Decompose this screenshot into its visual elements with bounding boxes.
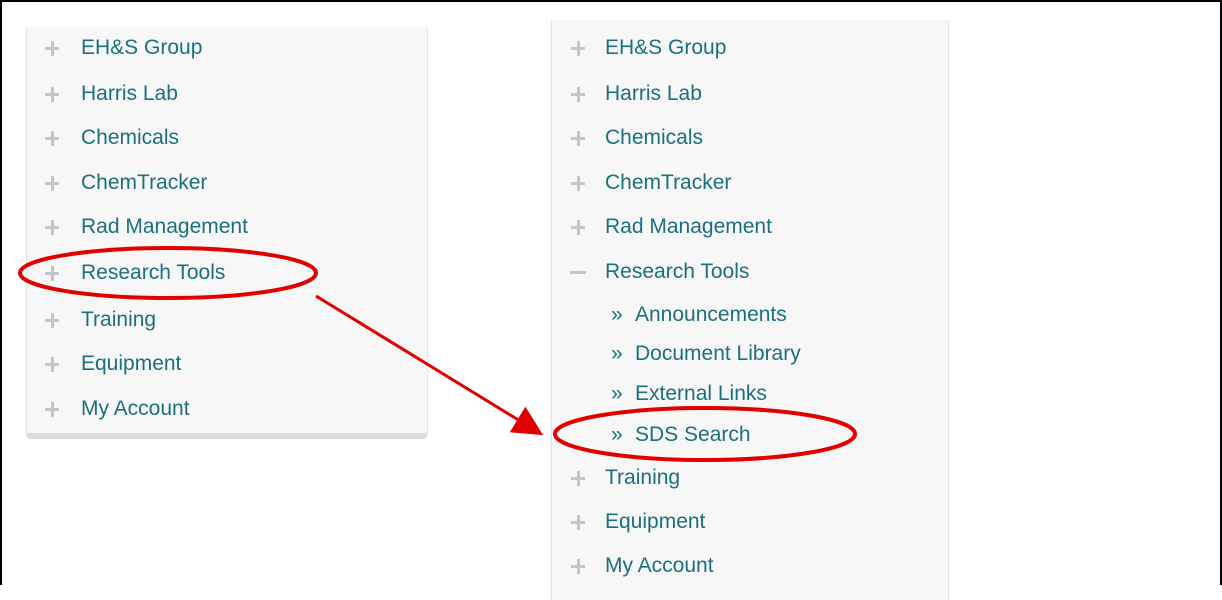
menu-item-label: Harris Lab	[605, 82, 702, 105]
plus-icon[interactable]	[567, 31, 589, 65]
menu-item-label: Rad Management	[605, 215, 772, 238]
plus-icon[interactable]	[41, 166, 63, 200]
plus-icon[interactable]	[567, 77, 589, 111]
plus-icon[interactable]	[41, 77, 63, 111]
plus-icon[interactable]	[41, 121, 63, 155]
submenu-item-label: Announcements	[635, 303, 787, 326]
plus-icon[interactable]	[567, 121, 589, 155]
plus-icon[interactable]	[567, 166, 589, 200]
menu-item-label: Research Tools	[605, 260, 750, 283]
plus-icon[interactable]	[41, 392, 63, 426]
nav-menu-expanded: EH&S Group Harris Lab Chemicals ChemTrac…	[551, 20, 949, 600]
plus-icon[interactable]	[41, 31, 63, 65]
submenu-item-document-library[interactable]: » Document Library	[611, 337, 801, 371]
submenu-item-label: Document Library	[635, 342, 801, 365]
plus-icon[interactable]	[41, 256, 63, 290]
menu-item-label: Chemicals	[81, 126, 180, 149]
minus-icon[interactable]	[567, 255, 589, 289]
menu-item-label: Equipment	[81, 352, 182, 375]
menu-item-label: Equipment	[605, 510, 706, 533]
menu-item-label: Harris Lab	[81, 82, 178, 105]
submenu-item-label: SDS Search	[635, 423, 751, 446]
menu-item-label: ChemTracker	[81, 171, 208, 194]
menu-item-label: EH&S Group	[605, 36, 727, 59]
menu-item-label: ChemTracker	[605, 171, 732, 194]
plus-icon[interactable]	[41, 347, 63, 381]
submenu-bullet: »	[611, 342, 623, 365]
submenu-item-external-links[interactable]: » External Links	[611, 377, 767, 411]
nav-menu-collapsed: EH&S Group Harris Lab Chemicals ChemTrac…	[26, 27, 428, 439]
menu-item-label: My Account	[605, 554, 714, 577]
submenu-bullet: »	[611, 382, 623, 405]
plus-icon[interactable]	[567, 505, 589, 539]
plus-icon[interactable]	[41, 210, 63, 244]
submenu-item-label: External Links	[635, 382, 767, 405]
menu-item-label: Training	[81, 308, 157, 331]
plus-icon[interactable]	[567, 549, 589, 583]
menu-item-label: EH&S Group	[81, 36, 203, 59]
menu-item-label: Research Tools	[81, 261, 226, 284]
menu-item-label: My Account	[81, 397, 190, 420]
menu-item-label: Training	[605, 466, 681, 489]
menu-item-label: Rad Management	[81, 215, 248, 238]
plus-icon[interactable]	[567, 210, 589, 244]
submenu-item-announcements[interactable]: » Announcements	[611, 298, 787, 332]
plus-icon[interactable]	[567, 461, 589, 495]
submenu-item-sds-search[interactable]: » SDS Search	[611, 418, 751, 452]
submenu-bullet: »	[611, 303, 623, 326]
submenu-bullet: »	[611, 423, 623, 446]
menu-item-label: Chemicals	[605, 126, 704, 149]
plus-icon[interactable]	[41, 303, 63, 337]
